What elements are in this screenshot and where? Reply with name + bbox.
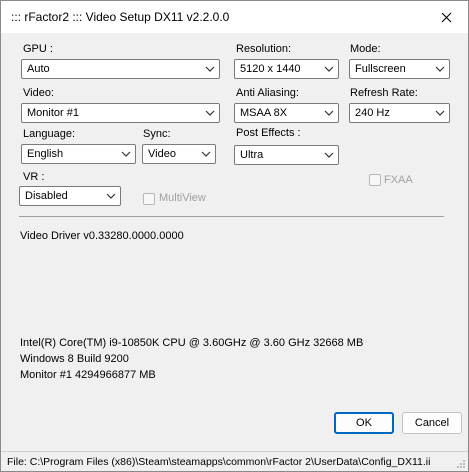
gpu-dropdown[interactable]: Auto — [21, 59, 220, 79]
chevron-down-icon — [324, 110, 334, 116]
cpu-info: Intel(R) Core(TM) i9-10850K CPU @ 3.60GH… — [20, 337, 364, 349]
close-icon — [441, 12, 451, 22]
window-title: ::: rFactor2 ::: Video Setup DX11 v2.2.0… — [11, 10, 230, 24]
sync-label: Sync: — [143, 128, 171, 140]
chevron-down-icon — [435, 110, 445, 116]
resolution-value: 5120 x 1440 — [240, 63, 301, 75]
resolution-label: Resolution: — [236, 43, 292, 55]
vr-dropdown[interactable]: Disabled — [19, 186, 121, 206]
chevron-down-icon — [201, 151, 211, 157]
mode-label: Mode: — [350, 43, 381, 55]
chevron-down-icon — [435, 66, 445, 72]
refresh-rate-value: 240 Hz — [355, 107, 390, 119]
vr-label: VR : — [23, 171, 45, 183]
sync-value: Video — [148, 148, 176, 160]
multiview-label: MultiView — [159, 192, 206, 204]
language-value: English — [27, 148, 64, 160]
anti-aliasing-value: MSAA 8X — [240, 107, 288, 119]
anti-aliasing-label: Anti Aliasing: — [236, 87, 299, 99]
status-bar: File: C:\Program Files (x86)\Steam\steam… — [1, 451, 468, 471]
refresh-rate-label: Refresh Rate: — [350, 87, 418, 99]
chevron-down-icon — [324, 152, 334, 158]
video-dropdown[interactable]: Monitor #1 — [21, 103, 220, 123]
mode-value: Fullscreen — [355, 63, 406, 75]
post-effects-dropdown[interactable]: Ultra — [234, 145, 339, 165]
video-driver-info: Video Driver v0.33280.0000.0000 — [20, 230, 184, 242]
chevron-down-icon — [324, 66, 334, 72]
language-label: Language: — [23, 128, 75, 140]
vr-value: Disabled — [25, 190, 68, 202]
cancel-button[interactable]: Cancel — [402, 412, 462, 434]
config-file-path: File: C:\Program Files (x86)\Steam\steam… — [7, 456, 431, 468]
video-label: Video: — [23, 87, 54, 99]
gpu-value: Auto — [27, 63, 50, 75]
resolution-dropdown[interactable]: 5120 x 1440 — [234, 59, 339, 79]
close-button[interactable] — [432, 5, 460, 29]
chevron-down-icon — [106, 193, 116, 199]
sync-dropdown[interactable]: Video — [142, 144, 216, 164]
anti-aliasing-dropdown[interactable]: MSAA 8X — [234, 103, 339, 123]
chevron-down-icon — [121, 151, 131, 157]
post-effects-label: Post Effects : — [236, 127, 301, 139]
multiview-checkbox[interactable] — [143, 193, 155, 205]
os-info: Windows 8 Build 9200 — [20, 353, 129, 365]
video-setup-window: ::: rFactor2 ::: Video Setup DX11 v2.2.0… — [0, 0, 469, 472]
post-effects-value: Ultra — [240, 149, 264, 161]
refresh-rate-dropdown[interactable]: 240 Hz — [349, 103, 450, 123]
resize-grip-icon[interactable] — [456, 459, 466, 469]
video-value: Monitor #1 — [27, 107, 79, 119]
chevron-down-icon — [205, 66, 215, 72]
chevron-down-icon — [205, 110, 215, 116]
title-bar: ::: rFactor2 ::: Video Setup DX11 v2.2.0… — [1, 1, 468, 33]
ok-button[interactable]: OK — [334, 412, 394, 434]
mode-dropdown[interactable]: Fullscreen — [349, 59, 450, 79]
separator — [19, 216, 444, 217]
language-dropdown[interactable]: English — [21, 144, 136, 164]
gpu-label: GPU : — [23, 43, 53, 55]
fxaa-checkbox[interactable] — [369, 174, 381, 186]
monitor-info: Monitor #1 4294966877 MB — [20, 369, 156, 381]
fxaa-label: FXAA — [384, 174, 413, 186]
